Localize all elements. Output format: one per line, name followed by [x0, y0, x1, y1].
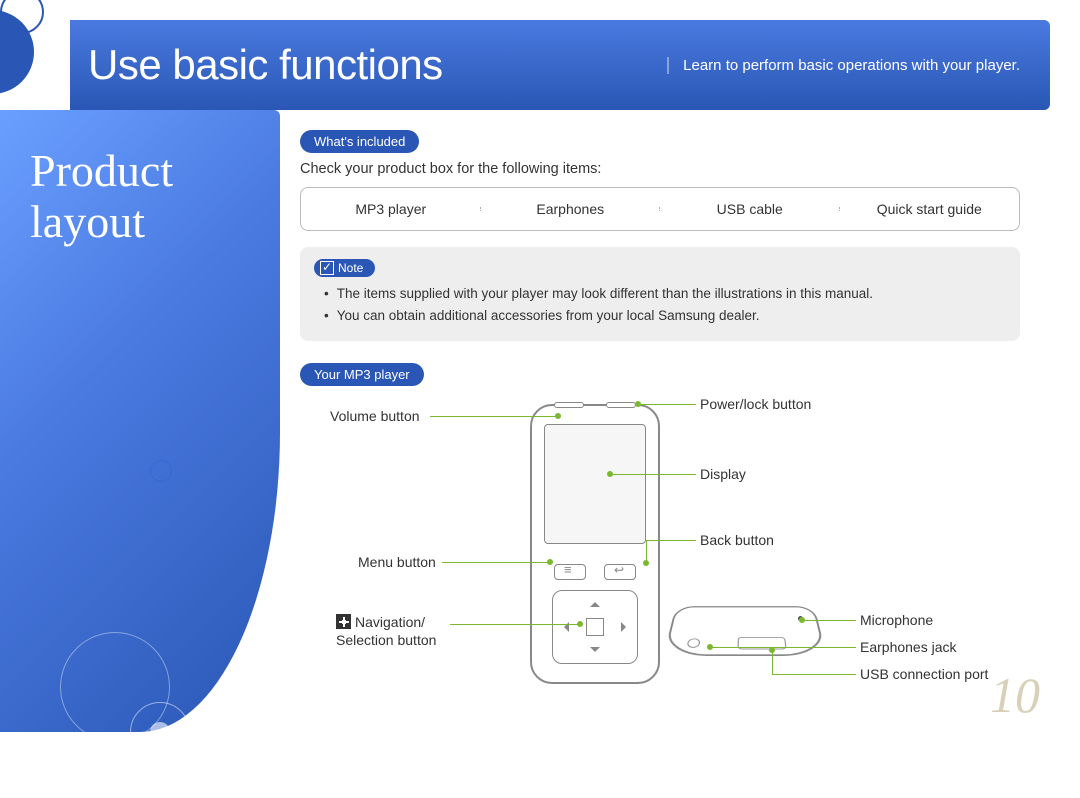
whats-included-instruction: Check your product box for the following…: [300, 161, 1020, 177]
label-power: Power/lock button: [700, 396, 811, 412]
note-bullet: You can obtain additional accessories fr…: [324, 307, 1002, 325]
device-front-illustration: [530, 404, 660, 684]
whats-included-heading: What's included: [300, 130, 419, 153]
page-subtitle: Learn to perform basic operations with y…: [667, 57, 1020, 74]
note-label: Note: [338, 261, 363, 275]
included-items-box: MP3 player Earphones USB cable Quick sta…: [300, 187, 1020, 231]
sidebar-panel: Product layout: [0, 110, 280, 732]
checkmark-icon: [320, 261, 334, 275]
label-volume: Volume button: [330, 408, 420, 424]
included-item: Earphones: [481, 201, 661, 217]
your-mp3-heading: Your MP3 player: [300, 363, 424, 386]
included-item: Quick start guide: [840, 201, 1020, 217]
device-diagram: Volume button Menu button Navigation/ Se…: [300, 394, 1020, 714]
decorative-dot: [150, 460, 172, 482]
page-header: Use basic functions Learn to perform bas…: [70, 20, 1050, 110]
note-bullet: The items supplied with your player may …: [324, 285, 1002, 303]
label-navigation: Navigation/: [336, 614, 425, 630]
label-usb-port: USB connection port: [860, 666, 988, 682]
navigation-icon: [336, 614, 351, 629]
note-box: Note The items supplied with your player…: [300, 247, 1020, 341]
note-pill: Note: [314, 259, 375, 277]
label-menu: Menu button: [358, 554, 436, 570]
device-bottom-illustration: [663, 607, 826, 657]
label-microphone: Microphone: [860, 612, 933, 628]
title-line-1: Product: [30, 145, 173, 196]
included-item: USB cable: [660, 201, 840, 217]
label-earphones-jack: Earphones jack: [860, 639, 957, 655]
page-title: Use basic functions: [88, 41, 443, 89]
section-title: Product layout: [0, 110, 280, 247]
label-display: Display: [700, 466, 746, 482]
main-content: What's included Check your product box f…: [300, 130, 1020, 732]
included-item: MP3 player: [301, 201, 481, 217]
label-back: Back button: [700, 532, 774, 548]
label-selection: Selection button: [336, 632, 436, 648]
page-number: 10: [990, 666, 1040, 724]
title-line-2: layout: [30, 196, 145, 247]
